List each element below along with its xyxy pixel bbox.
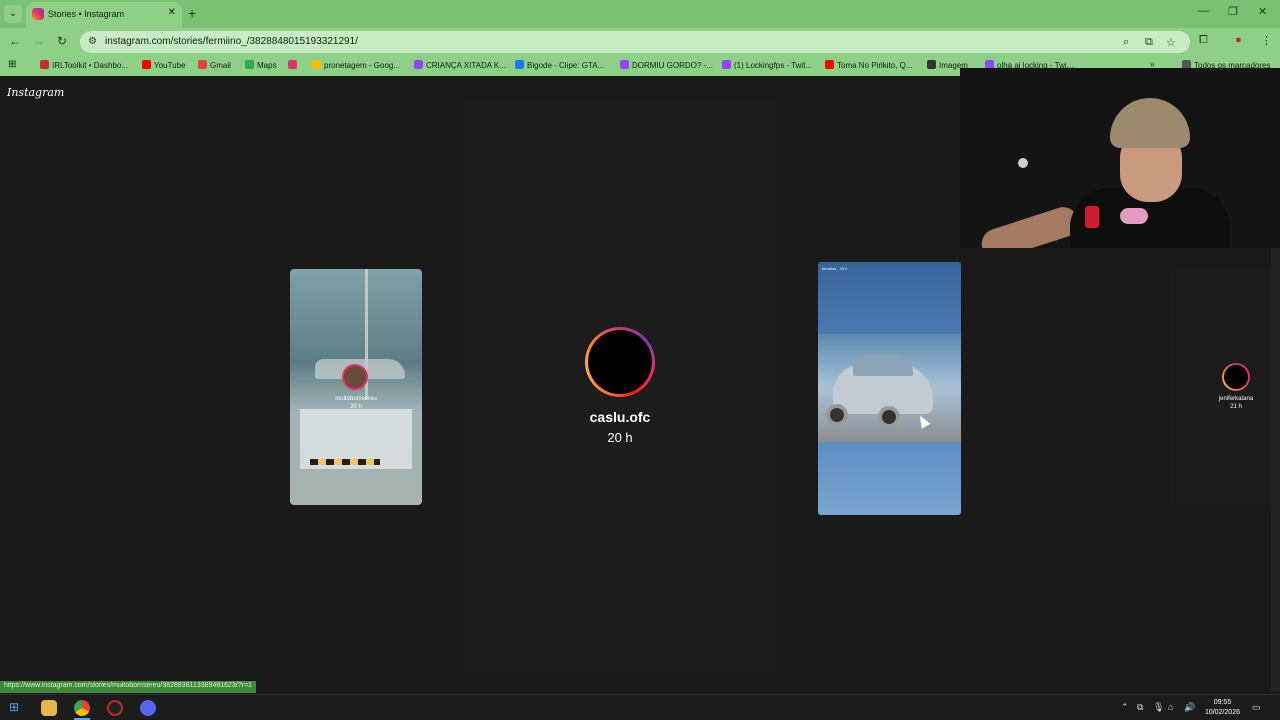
bookmark-favicon-icon [620,60,629,69]
story-username: muitobomsereu [335,396,377,402]
close-window-icon[interactable]: ✕ [1258,5,1267,18]
minimize-icon[interactable]: — [1198,5,1209,17]
menu-icon[interactable]: ⋮ [1261,34,1272,47]
obs-icon[interactable] [107,700,123,716]
tray-app-icon[interactable]: ⧉ [1137,702,1143,713]
forward-icon[interactable]: → [33,34,45,48]
bookmark-favicon-icon [414,60,423,69]
tab-search-icon[interactable]: ⌄ [4,5,22,23]
site-info-icon[interactable]: ⚙ [88,36,97,47]
back-icon[interactable]: ← [9,34,21,48]
bookmark-favicon-icon [825,60,834,69]
address-bar[interactable]: ⚙ instagram.com/stories/fermiino_/382884… [80,31,1190,53]
windows-taskbar: ⊞ ⌃ ⧉ 🎙 ⌂ 🔊 09:55 10/02/2026 ▭ [0,694,1280,720]
reload-icon[interactable]: ↻ [57,34,67,48]
clock-time: 09:55 [1213,699,1232,706]
zoom-icon[interactable]: ⌕ [1123,36,1129,49]
bookmark-star-icon[interactable]: ☆ [1166,36,1176,49]
bookmark-item[interactable]: Toma No Pirikito, Q... [825,60,913,70]
story-header-text: fermiino_ 23 h [822,266,848,271]
bookmark-favicon-icon [198,60,207,69]
webcam-hand [1120,208,1148,224]
tab-instagram-stories[interactable]: Stories • Instagram ✕ [26,2,182,28]
bookmark-favicon-icon [722,60,731,69]
bookmark-item[interactable]: CRIANÇA XITADA K... [414,60,506,70]
microphone-icon[interactable]: 🎙 [1153,702,1164,713]
story-username: jeniferkatana [1218,396,1254,402]
bookmark-item[interactable]: Gmail [198,60,231,70]
bookmark-item[interactable]: Maps [245,60,277,70]
bookmark-favicon-icon [927,60,936,69]
car-wheel [878,406,900,428]
page-scrollbar[interactable] [1271,248,1280,691]
bookmark-item[interactable] [288,60,300,70]
extensions-icon[interactable]: ⧠ [1199,34,1208,47]
chrome-icon[interactable] [74,700,90,716]
webcam-arm [977,203,1083,248]
story-time: 20 h [607,430,633,445]
tray-overflow-icon[interactable]: ⌃ [1121,702,1129,713]
bookmark-item[interactable]: (1) Lockingfps - Twit... [722,60,812,70]
avatar [1224,365,1248,389]
instagram-logo[interactable]: Instagram [7,86,64,99]
avatar [588,330,652,394]
network-icon[interactable]: ⌂ [1168,702,1173,712]
bookmark-favicon-icon [40,60,49,69]
webcam-person-cap [1110,98,1190,148]
instagram-favicon-icon [32,8,44,20]
windows-start-icon[interactable]: ⊞ [9,700,19,714]
story-ring-avatar[interactable] [1222,363,1250,391]
car-wheel [826,404,848,426]
webcam-bottle [1085,206,1099,228]
restore-icon[interactable]: ❐ [1228,5,1238,18]
story-time: 21 h [1230,404,1242,410]
webcam-mic [1018,158,1028,168]
webcam-overlay [960,68,1280,248]
story-preview-far-right[interactable] [1170,269,1280,505]
new-tab-icon[interactable]: + [188,5,196,21]
file-explorer-icon[interactable] [41,700,57,716]
apps-grid-icon[interactable]: ⊞ [8,59,16,70]
story-username: caslu.ofc [589,409,651,425]
story-time: 20 h [350,404,362,410]
tab-title: Stories • Instagram [48,9,125,19]
story-image-bottom [818,442,961,515]
tab-strip: ⌄ Stories • Instagram ✕ + — ❐ ✕ [0,0,1280,28]
url-text[interactable]: instagram.com/stories/fermiino_/38288480… [105,36,358,47]
bookmark-favicon-icon [515,60,524,69]
close-tab-icon[interactable]: ✕ [168,7,176,18]
bookmark-item[interactable]: IRLToolkit • Dashbo... [40,60,128,70]
bookmark-favicon-icon [288,60,297,69]
bookmark-item[interactable]: YouTube [142,60,185,70]
system-clock[interactable]: 09:55 10/02/2026 [1205,698,1240,718]
story-preview-right[interactable]: fermiino_ 23 h [818,262,961,515]
bookmark-item[interactable]: Bigode - Clipe: GTA... [515,60,604,70]
avatar [342,364,368,390]
story-image-barrier [310,459,380,465]
story-image-car-photo [818,334,961,442]
story-ring-avatar[interactable] [585,327,655,397]
story-image-top [818,262,961,334]
clock-date: 10/02/2026 [1204,709,1240,716]
bookmark-item[interactable]: pronetagem - Goog... [312,60,400,70]
browser-toolbar: ← → ↻ ⚙ instagram.com/stories/fermiino_/… [0,28,1280,56]
bookmark-favicon-icon [312,60,321,69]
bookmark-favicon-icon [245,60,254,69]
bookmark-favicon-icon [142,60,151,69]
notifications-icon[interactable]: ▭ [1252,702,1261,713]
install-app-icon[interactable]: ⧉ [1145,36,1153,49]
volume-icon[interactable]: 🔊 [1184,702,1195,713]
bookmark-item[interactable]: DORMIU GORDO? -... [620,60,713,70]
car-window-shape [853,354,913,376]
discord-icon[interactable] [140,700,156,716]
link-status-bar: https://www.instagram.com/stories/muitob… [0,681,256,693]
profile-icon[interactable]: ● [1235,34,1242,46]
